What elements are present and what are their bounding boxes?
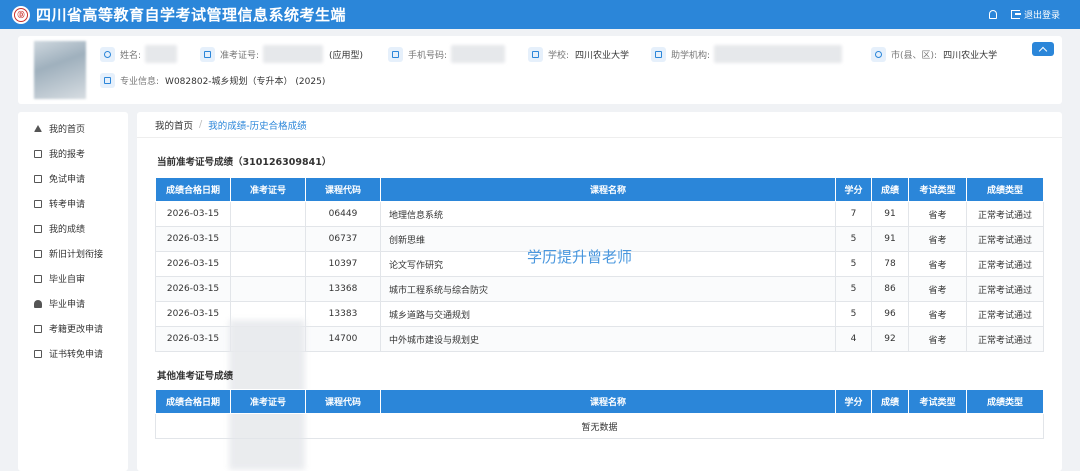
sidebar-item-home[interactable]: 我的首页 (18, 116, 128, 141)
exam-no-cell (230, 251, 306, 277)
school-icon (528, 46, 543, 62)
profile-card: 姓名: 准考证号: (应用型) 手机号码: 学校: 四川农业大学 助学机构: 市… (18, 36, 1062, 104)
phone-field: 手机号码: (388, 45, 506, 63)
breadcrumb-separator: / (199, 119, 203, 130)
exam-no-field: 准考证号: (应用型) (200, 45, 363, 63)
collapse-button[interactable] (1032, 42, 1054, 56)
app-title: 四川省高等教育自学考试管理信息系统考生端 (36, 6, 347, 24)
top-bar: Ⓓ 四川省高等教育自学考试管理信息系统考生端 退出登录 (0, 0, 1080, 29)
column-header: 准考证号 (230, 389, 306, 414)
table-header-row: 成绩合格日期 准考证号 课程代码 课程名称 学分 成绩 考试类型 成绩类型 (155, 177, 1044, 202)
column-header: 成绩 (871, 177, 909, 202)
column-header: 课程代码 (305, 177, 381, 202)
table-row: 2026-03-15 13368 城市工程系统与综合防灾 5 86 省考 正常考试通过 (155, 276, 1044, 302)
city-field: 市(县、区): 四川农业大学 (871, 45, 997, 63)
table-row: 2026-03-15 06449 地理信息系统 7 91 省考 正常考试通过 (155, 201, 1044, 227)
name-value-redacted (145, 45, 178, 63)
column-header: 考试类型 (908, 177, 967, 202)
other-scores-table: 成绩合格日期 准考证号 课程代码 课程名称 学分 成绩 考试类型 成绩类型 暂无… (155, 389, 1044, 439)
sidebar-item-scores[interactable]: 我的成绩 (18, 216, 128, 241)
column-header: 成绩类型 (966, 177, 1044, 202)
certificate-icon (34, 349, 42, 358)
logout-icon (1010, 10, 1021, 19)
link-icon (34, 249, 42, 258)
score-icon (34, 224, 42, 233)
table-header-row: 成绩合格日期 准考证号 课程代码 课程名称 学分 成绩 考试类型 成绩类型 (155, 389, 1044, 414)
sidebar-item-transfer[interactable]: 转考申请 (18, 191, 128, 216)
breadcrumb: 我的首页 / 我的成绩-历史合格成绩 (137, 112, 1062, 138)
sidebar-item-certificate[interactable]: 证书转免申请 (18, 341, 128, 366)
current-section-title: 当前准考证号成绩（310126309841） (157, 157, 332, 168)
phone-redacted (451, 45, 506, 63)
column-header: 考试类型 (908, 389, 967, 414)
transfer-icon (34, 199, 42, 208)
bell-icon[interactable] (988, 10, 997, 19)
table-row: 2026-03-15 10397 论文写作研究 5 78 省考 正常考试通过 (155, 251, 1044, 277)
edit-icon (34, 324, 42, 333)
column-header: 课程代码 (305, 389, 381, 414)
school-field: 学校: 四川农业大学 (528, 45, 629, 63)
assist-redacted (714, 45, 843, 63)
assist-field: 助学机构: (651, 45, 843, 63)
empty-row: 暂无数据 (155, 413, 1044, 439)
breadcrumb-home-link[interactable]: 我的首页 (155, 118, 193, 132)
sidebar-item-plan-link[interactable]: 新旧计划衔接 (18, 241, 128, 266)
location-icon (871, 46, 886, 62)
home-icon (34, 125, 42, 132)
column-header: 成绩 (871, 389, 909, 414)
card-icon (200, 46, 215, 62)
document-icon (34, 174, 42, 183)
main-panel: 我的首页 / 我的成绩-历史合格成绩 当前准考证号成绩（310126309841… (137, 112, 1062, 471)
sidebar-item-registration[interactable]: 我的报考 (18, 141, 128, 166)
major-field: 专业信息: W082802-城乡规划（专升本） (2025) (100, 71, 325, 89)
sidebar: 我的首页 我的报考 免试申请 转考申请 我的成绩 新旧计划衔接 毕业自审 毕业申… (18, 112, 128, 471)
major-icon (100, 72, 115, 88)
exam-no-cell (230, 226, 306, 252)
column-header: 成绩类型 (966, 389, 1044, 414)
breadcrumb-current: 我的成绩-历史合格成绩 (208, 120, 307, 132)
column-header: 学分 (835, 177, 872, 202)
exam-no-cell (230, 276, 306, 302)
name-field: 姓名: (100, 45, 178, 63)
building-icon (651, 46, 666, 62)
sidebar-item-self-review[interactable]: 毕业自审 (18, 266, 128, 291)
user-icon (34, 299, 42, 308)
sidebar-item-record-change[interactable]: 考籍更改申请 (18, 316, 128, 341)
column-header: 成绩合格日期 (155, 389, 231, 414)
table-row: 2026-03-15 06737 创新思维 5 91 省考 正常考试通过 (155, 226, 1044, 252)
sidebar-item-exemption[interactable]: 免试申请 (18, 166, 128, 191)
exam-no-cell (230, 201, 306, 227)
phone-icon (388, 46, 403, 62)
book-icon (34, 149, 42, 158)
empty-text: 暂无数据 (155, 413, 1044, 439)
column-header: 课程名称 (380, 389, 836, 414)
column-header: 准考证号 (230, 177, 306, 202)
column-header: 学分 (835, 389, 872, 414)
exam-no-redacted (263, 45, 324, 63)
column-header: 成绩合格日期 (155, 177, 231, 202)
logout-button[interactable]: 退出登录 (1010, 8, 1060, 21)
column-header: 课程名称 (380, 177, 836, 202)
chevron-up-icon (1038, 46, 1048, 55)
sidebar-item-graduation[interactable]: 毕业申请 (18, 291, 128, 316)
logo-icon: Ⓓ (12, 5, 30, 24)
avatar (34, 41, 86, 99)
clipboard-icon (34, 274, 42, 283)
other-section-title: 其他准考证号成绩 (157, 371, 234, 382)
user-icon (100, 46, 115, 62)
